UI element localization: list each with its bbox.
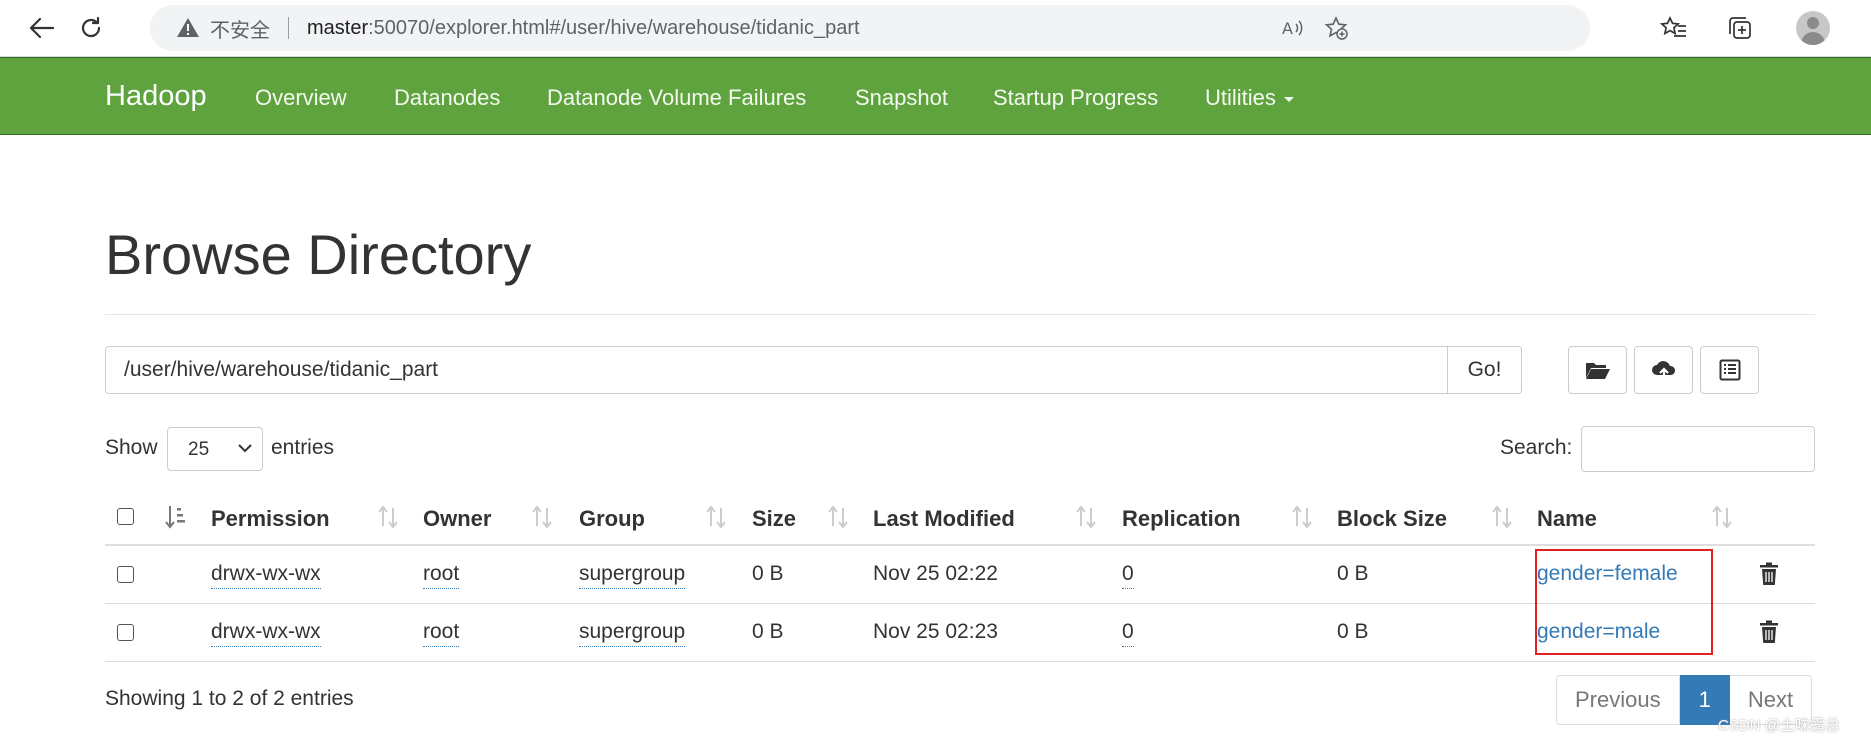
nav-datanode-volume-failures[interactable]: Datanode Volume Failures (547, 85, 806, 111)
chevron-down-icon (238, 444, 252, 453)
cell-group[interactable]: supergroup (579, 562, 686, 589)
sort-icon[interactable] (1491, 504, 1513, 530)
table-header: Permission Owner Group Size Last Modifie… (105, 494, 1815, 546)
cell-last-modified: Nov 25 02:23 (873, 620, 998, 643)
row-checkbox[interactable] (117, 566, 134, 583)
sort-icon[interactable] (377, 504, 399, 530)
cell-owner[interactable]: root (423, 562, 460, 589)
sort-amount-icon[interactable] (165, 504, 187, 530)
highlight-annotation-box (1535, 549, 1713, 655)
go-button[interactable]: Go! (1447, 346, 1522, 394)
sort-icon[interactable] (1711, 504, 1733, 530)
search-input[interactable] (1581, 426, 1815, 472)
watermark: CSDN @土味霸总 (1718, 717, 1840, 734)
directory-path-input[interactable]: /user/hive/warehouse/tidanic_part (105, 346, 1448, 394)
favorites-icon[interactable] (1660, 14, 1688, 42)
header-owner[interactable]: Owner (423, 506, 491, 532)
trash-icon[interactable] (1758, 620, 1780, 644)
search-label: Search: (1500, 436, 1573, 459)
cell-block-size: 0 B (1337, 562, 1369, 585)
sort-icon[interactable] (531, 504, 553, 530)
cell-group[interactable]: supergroup (579, 620, 686, 647)
insecure-label[interactable]: 不安全 (210, 14, 270, 43)
sort-icon[interactable] (827, 504, 849, 530)
svg-text:A: A (1282, 19, 1293, 38)
previous-button[interactable]: Previous (1556, 675, 1680, 725)
nav-overview[interactable]: Overview (255, 85, 347, 111)
back-button[interactable] (24, 10, 60, 46)
header-last-modified[interactable]: Last Modified (873, 506, 1015, 532)
row-checkbox[interactable] (117, 624, 134, 641)
nav-utilities[interactable]: Utilities (1205, 85, 1294, 111)
page-size-select[interactable]: 25 (167, 427, 263, 471)
cell-owner[interactable]: root (423, 620, 460, 647)
show-label: Show (105, 436, 158, 459)
cell-permission[interactable]: drwx-wx-wx (211, 562, 321, 589)
nav-snapshot[interactable]: Snapshot (855, 85, 948, 111)
sort-icon[interactable] (1075, 504, 1097, 530)
header-name[interactable]: Name (1537, 506, 1597, 532)
sort-icon[interactable] (1291, 504, 1313, 530)
page-title: Browse Directory (105, 223, 532, 286)
header-permission[interactable]: Permission (211, 506, 330, 532)
nav-startup-progress[interactable]: Startup Progress (993, 85, 1158, 111)
url-host: master (307, 16, 369, 39)
entries-label: entries (271, 436, 335, 459)
title-divider (105, 314, 1815, 315)
trash-icon[interactable] (1758, 562, 1780, 586)
navbar-brand[interactable]: Hadoop (105, 80, 207, 113)
cut-paste-button[interactable] (1700, 346, 1759, 394)
create-directory-button[interactable] (1568, 346, 1627, 394)
refresh-button[interactable] (73, 10, 109, 46)
address-separator (288, 17, 289, 39)
header-block-size[interactable]: Block Size (1337, 506, 1447, 532)
back-arrow-icon (29, 17, 55, 39)
page-size-value: 25 (188, 439, 210, 460)
avatar-head (1807, 17, 1819, 29)
cell-size: 0 B (752, 620, 784, 643)
folder-open-icon (1585, 363, 1610, 379)
header-replication[interactable]: Replication (1122, 506, 1241, 532)
cell-size: 0 B (752, 562, 784, 585)
upload-button[interactable] (1634, 346, 1693, 394)
caret-down-icon (1283, 96, 1294, 102)
warning-icon (177, 18, 199, 37)
cell-block-size: 0 B (1337, 620, 1369, 643)
header-group[interactable]: Group (579, 506, 645, 532)
cell-replication[interactable]: 0 (1122, 620, 1134, 647)
url-path: :50070/explorer.html#/user/hive/warehous… (368, 16, 860, 39)
cloud-upload-icon (1651, 361, 1675, 380)
sort-icon[interactable] (705, 504, 727, 530)
list-alt-icon (1719, 359, 1740, 381)
select-all-checkbox[interactable] (117, 508, 134, 525)
cell-permission[interactable]: drwx-wx-wx (211, 620, 321, 647)
nav-utilities-label: Utilities (1205, 85, 1276, 110)
refresh-icon (81, 16, 101, 38)
nav-datanodes[interactable]: Datanodes (394, 85, 500, 111)
cell-last-modified: Nov 25 02:22 (873, 562, 998, 585)
header-size[interactable]: Size (752, 506, 796, 532)
cell-replication[interactable]: 0 (1122, 562, 1134, 589)
browser-toolbar: 不安全 master:50070/explorer.html#/user/hiv… (0, 0, 1871, 56)
table-info: Showing 1 to 2 of 2 entries (105, 687, 354, 710)
hadoop-navbar: Hadoop Overview Datanodes Datanode Volum… (0, 57, 1871, 135)
avatar-body (1801, 32, 1825, 45)
collections-icon[interactable] (1726, 14, 1754, 42)
profile-avatar[interactable] (1796, 11, 1830, 45)
address-bar[interactable]: 不安全 master:50070/explorer.html#/user/hiv… (150, 5, 1590, 51)
read-aloud-icon[interactable]: A (1280, 16, 1304, 40)
add-favorite-icon[interactable] (1324, 16, 1348, 40)
